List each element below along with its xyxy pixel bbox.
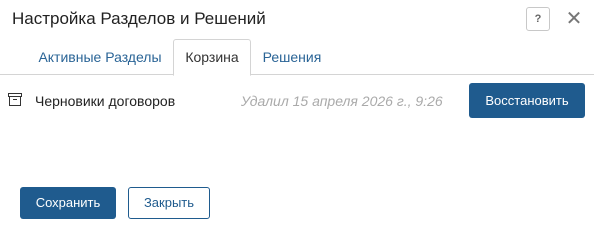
tab-solutions[interactable]: Решения [254,39,330,75]
tab-trash[interactable]: Корзина [173,39,251,76]
item-deleted-info: Удалил 15 апреля 2026 г., 9:26 [241,93,443,109]
restore-button[interactable]: Восстановить [469,83,585,118]
archive-box-icon [8,93,22,106]
save-button[interactable]: Сохранить [20,187,116,219]
help-icon: ? [534,13,542,25]
tab-bar: Активные Разделы Корзина Решения [0,39,594,76]
dialog-title: Настройка Разделов и Решений [12,9,266,28]
tab-active-sections[interactable]: Активные Разделы [28,39,172,75]
close-button[interactable]: Закрыть [128,187,210,219]
help-button[interactable]: ? [526,7,550,31]
item-name: Черновики договоров [35,93,176,109]
close-icon[interactable]: ✕ [563,8,585,30]
